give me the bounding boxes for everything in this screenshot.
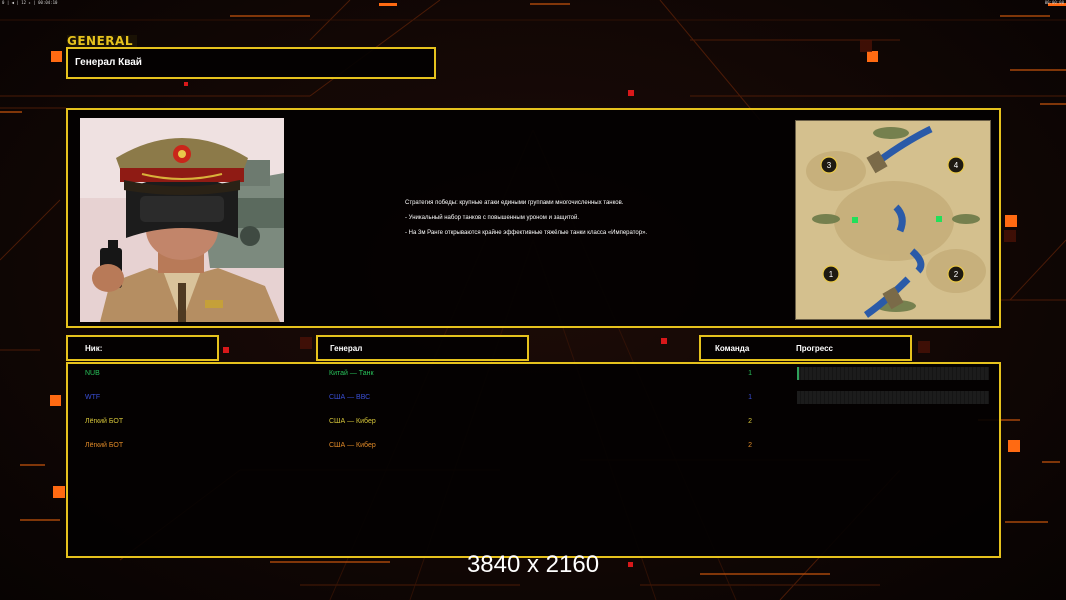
column-header-general: Генерал <box>316 335 529 361</box>
player-row[interactable]: Лёгкий БОТ США — Кибер 2 <box>68 437 999 457</box>
column-header-team-label: Команда <box>715 344 750 353</box>
status-right-text: 00:00:00 <box>1044 0 1064 5</box>
progress-bar <box>797 391 989 404</box>
map-preview[interactable]: 3 4 1 2 <box>795 120 991 320</box>
progress-fill <box>797 367 799 380</box>
player-row[interactable]: WTF США — ВВС 1 <box>68 389 999 409</box>
player-general[interactable]: Китай — Танк <box>329 370 374 377</box>
general-name-panel: Генерал Квай <box>66 47 436 79</box>
player-team[interactable]: 2 <box>744 418 752 425</box>
description-line: - На 3м Ранге открываются крайне эффекти… <box>405 230 648 236</box>
start-position-marker[interactable]: 2 <box>954 270 959 279</box>
player-general[interactable]: США — Кибер <box>329 442 376 449</box>
player-nick: NUB <box>85 370 100 377</box>
general-portrait <box>80 118 284 322</box>
player-general[interactable]: США — ВВС <box>329 394 370 401</box>
status-strip: 0 | ◀ | 12 ▸ | 00:04:10 00:00:00 <box>0 0 1066 6</box>
column-header-team-progress: Команда Прогресс <box>699 335 912 361</box>
start-position-marker[interactable]: 4 <box>954 161 959 170</box>
player-general[interactable]: США — Кибер <box>329 418 376 425</box>
player-row[interactable]: Лёгкий БОТ США — Кибер 2 <box>68 413 999 433</box>
general-description: Стратегия победы: крупные атаки едиными … <box>405 200 735 245</box>
player-team[interactable]: 2 <box>744 442 752 449</box>
progress-bar <box>797 367 989 380</box>
start-position-marker[interactable]: 3 <box>827 161 832 170</box>
player-list: NUB Китай — Танк 1 WTF США — ВВС 1 Лёгки… <box>66 362 1001 558</box>
description-line: - Уникальный набор танков с повышенным у… <box>405 215 579 221</box>
lobby-screen: 0 | ◀ | 12 ▸ | 00:04:10 00:00:00 GENERAL… <box>0 0 1066 600</box>
player-team[interactable]: 1 <box>744 394 752 401</box>
player-nick: Лёгкий БОТ <box>85 418 124 425</box>
resolution-overlay: 3840 x 2160 <box>466 551 600 578</box>
column-header-nick: Ник: <box>66 335 219 361</box>
column-header-nick-label: Ник: <box>85 344 103 353</box>
general-name: Генерал Квай <box>75 57 142 68</box>
general-info-panel: Стратегия победы: крупные атаки едиными … <box>66 108 1001 328</box>
player-nick: WTF <box>85 394 101 401</box>
description-line: Стратегия победы: крупные атаки едиными … <box>405 200 624 206</box>
column-header-general-label: Генерал <box>330 344 363 353</box>
general-tab-label: GENERAL <box>67 35 137 47</box>
status-left-text: 0 | ◀ | 12 ▸ | 00:04:10 <box>2 0 58 5</box>
column-header-progress-label: Прогресс <box>796 344 833 353</box>
player-row[interactable]: NUB Китай — Танк 1 <box>68 365 999 385</box>
start-position-marker[interactable]: 1 <box>829 270 834 279</box>
player-nick: Лёгкий БОТ <box>85 442 124 449</box>
player-team[interactable]: 1 <box>744 370 752 377</box>
